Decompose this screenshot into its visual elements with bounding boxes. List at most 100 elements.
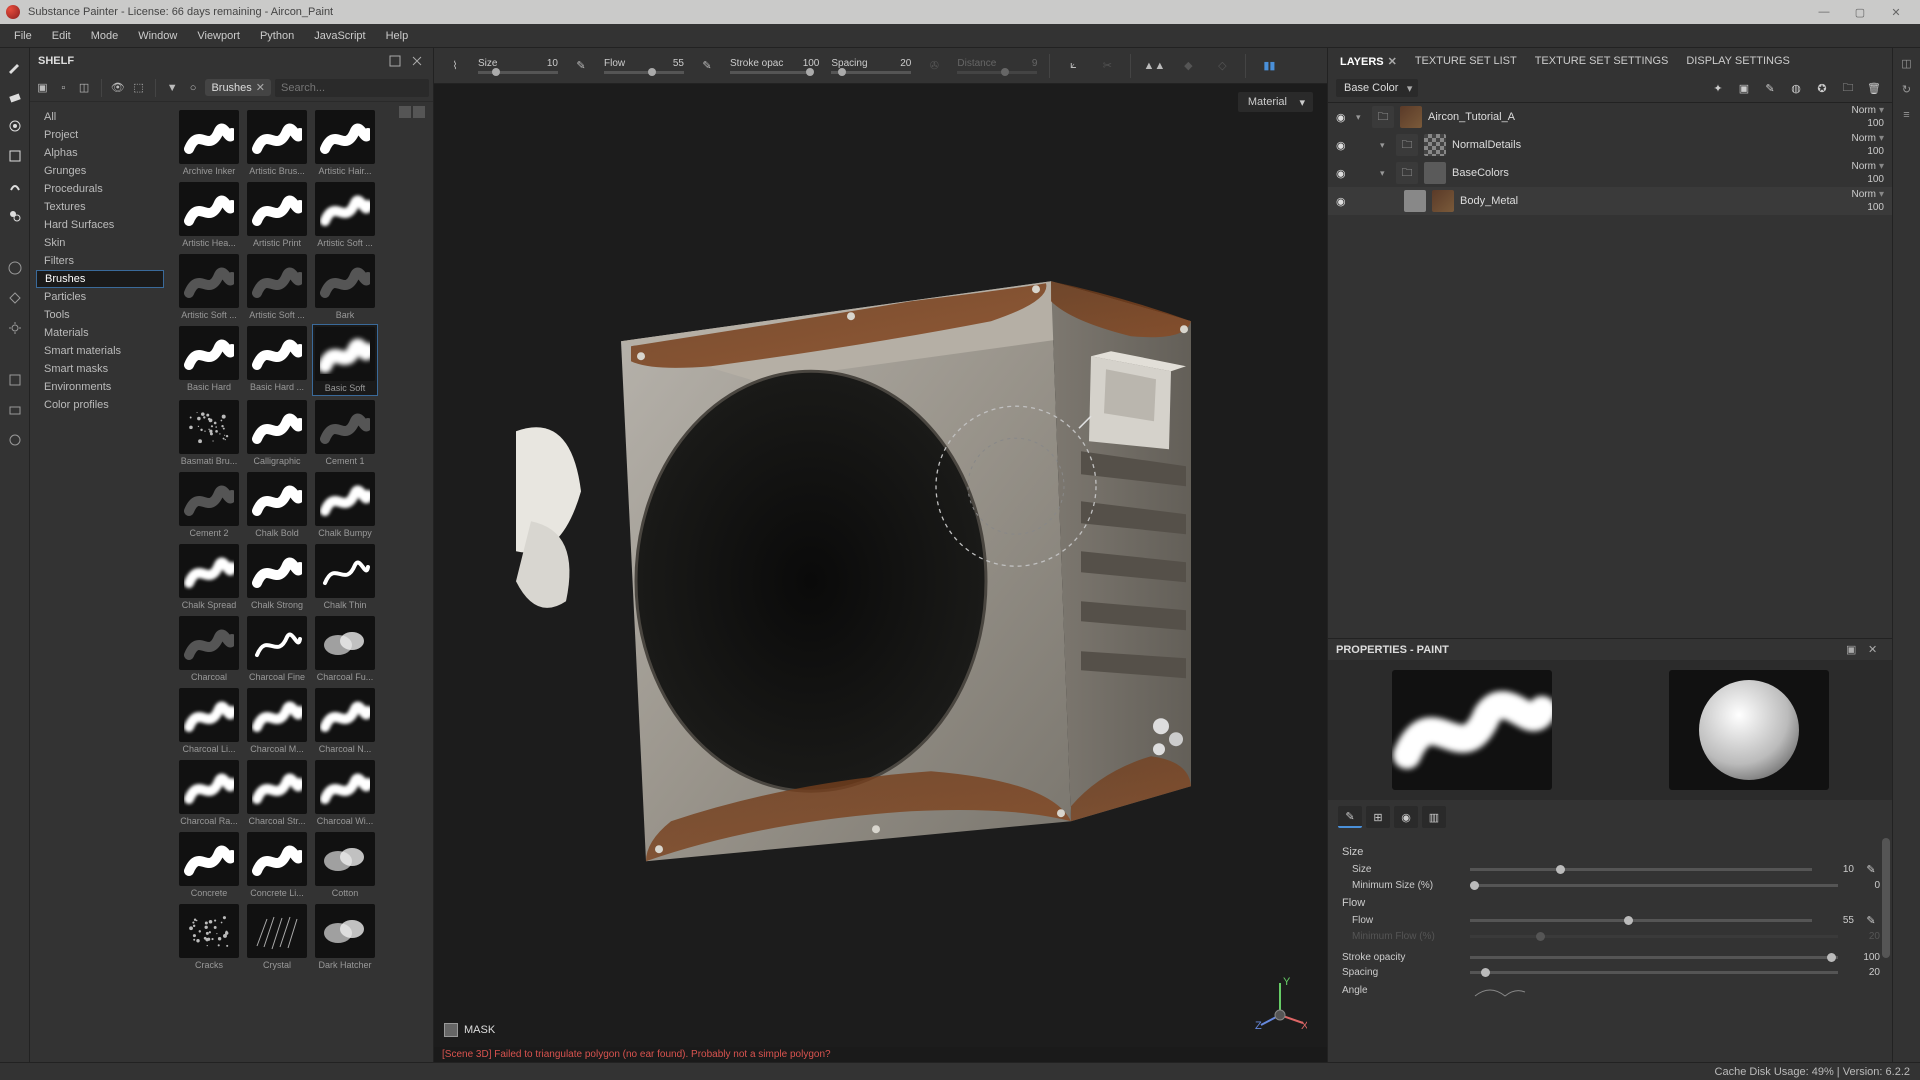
grid-view-toggle[interactable]	[399, 106, 425, 118]
prop-tab-brush-icon[interactable]: ✎	[1338, 806, 1362, 828]
visibility-toggle-icon[interactable]: ◉	[1336, 111, 1350, 124]
brush-item[interactable]: Cement 2	[176, 470, 242, 540]
brush-item[interactable]: Crystal	[244, 902, 310, 972]
shelf-category-project[interactable]: Project	[30, 126, 170, 144]
shelf-category-brushes[interactable]: Brushes	[36, 270, 164, 288]
shelf-category-tools[interactable]: Tools	[30, 306, 170, 324]
layer-thumb[interactable]	[1432, 190, 1454, 212]
folder-expand-icon[interactable]: ▾	[1380, 140, 1390, 151]
layer-blend-mode[interactable]: Norm	[1838, 161, 1884, 172]
folder-expand-icon[interactable]: ▾	[1356, 112, 1366, 123]
shelf-import-icon[interactable]: ⬚	[130, 77, 147, 99]
flow-slider[interactable]	[604, 71, 684, 74]
shelf-filter-icon[interactable]: ▼	[164, 77, 181, 99]
shelf-hide-icon[interactable]: 👁	[109, 77, 126, 99]
mirror-z-icon[interactable]: ◇	[1211, 55, 1233, 77]
3d-viewport[interactable]: Material	[434, 84, 1327, 1047]
menu-window[interactable]: Window	[128, 26, 187, 46]
pause-engine-icon[interactable]: ▮▮	[1258, 55, 1280, 77]
dock-history-icon[interactable]: ↻	[1898, 80, 1916, 98]
brush-item[interactable]: Charcoal Ra...	[176, 758, 242, 828]
brush-item[interactable]: Basic Soft	[312, 324, 378, 396]
shelf-category-alphas[interactable]: Alphas	[30, 144, 170, 162]
brush-item[interactable]: Basmati Bru...	[176, 398, 242, 468]
symmetry-settings-icon[interactable]: ✂	[1096, 55, 1118, 77]
mirror-y-icon[interactable]: ◆	[1177, 55, 1199, 77]
mirror-x-icon[interactable]: ▲▲	[1143, 55, 1165, 77]
shelf-category-hard-surfaces[interactable]: Hard Surfaces	[30, 216, 170, 234]
add-smart-material-icon[interactable]: ✪	[1812, 78, 1832, 98]
clone-tool-icon[interactable]	[5, 206, 25, 226]
brush-item[interactable]: Artistic Hair...	[312, 108, 378, 178]
symmetry-icon[interactable]: ⟀	[1062, 55, 1084, 77]
shelf-filter-chip[interactable]: Brushes ✕	[205, 79, 271, 96]
brush-item[interactable]: Chalk Strong	[244, 542, 310, 612]
brush-item[interactable]: Charcoal Fine	[244, 614, 310, 684]
brush-item[interactable]: Concrete	[176, 830, 242, 900]
layer-blend-mode[interactable]: Norm	[1838, 189, 1884, 200]
layer-thumb[interactable]	[1424, 162, 1446, 184]
brush-item[interactable]: Archive Inker	[176, 108, 242, 178]
shelf-category-color-profiles[interactable]: Color profiles	[30, 396, 170, 414]
param-stroke-opacity-slider[interactable]	[1470, 956, 1838, 959]
brush-item[interactable]: Chalk Bumpy	[312, 470, 378, 540]
brush-item[interactable]: Cement 1	[312, 398, 378, 468]
brush-item[interactable]: Charcoal Str...	[244, 758, 310, 828]
brush-item[interactable]: Artistic Soft ...	[312, 180, 378, 250]
brush-item[interactable]: Cracks	[176, 902, 242, 972]
axis-gizmo[interactable]: Y X Z	[1253, 975, 1307, 1029]
shelf-pick-icon[interactable]: ◫	[76, 77, 93, 99]
brush-item[interactable]: Basic Hard	[176, 324, 242, 396]
delete-layer-icon[interactable]: 🗑	[1864, 78, 1884, 98]
brush-item[interactable]: Bark	[312, 252, 378, 322]
brush-item[interactable]: Artistic Hea...	[176, 180, 242, 250]
brush-item[interactable]: Artistic Soft ...	[244, 252, 310, 322]
close-shelf-icon[interactable]	[409, 53, 425, 69]
menu-edit[interactable]: Edit	[42, 26, 81, 46]
shelf-category-materials[interactable]: Materials	[30, 324, 170, 342]
paint-tool-icon[interactable]	[5, 56, 25, 76]
brush-item[interactable]: Cotton	[312, 830, 378, 900]
brush-item[interactable]: Charcoal N...	[312, 686, 378, 756]
settings-icon[interactable]	[5, 318, 25, 338]
param-minsize-slider[interactable]	[1470, 884, 1838, 887]
menu-file[interactable]: File	[4, 26, 42, 46]
substance-icon[interactable]	[5, 430, 25, 450]
shelf-category-smart-masks[interactable]: Smart masks	[30, 360, 170, 378]
filter-chip-close-icon[interactable]: ✕	[256, 81, 265, 94]
layer-blend-mode[interactable]: Norm	[1838, 105, 1884, 116]
brush-item[interactable]: Calligraphic	[244, 398, 310, 468]
menu-mode[interactable]: Mode	[81, 26, 129, 46]
param-size-pressure-icon[interactable]: ✎	[1862, 862, 1880, 876]
brush-item[interactable]: Chalk Spread	[176, 542, 242, 612]
layer-name[interactable]: NormalDetails	[1452, 139, 1828, 151]
brush-item[interactable]: Concrete Li...	[244, 830, 310, 900]
channel-dropdown[interactable]: Base Color	[1336, 79, 1418, 97]
baking-icon[interactable]	[5, 288, 25, 308]
maximize-button[interactable]: ▢	[1842, 0, 1878, 24]
tab-texture-set-settings[interactable]: TEXTURE SET SETTINGS	[1527, 51, 1677, 71]
eraser-tool-icon[interactable]	[5, 86, 25, 106]
properties-undock-icon[interactable]: ▣	[1846, 643, 1862, 656]
viewport-material-dropdown[interactable]: Material	[1238, 92, 1313, 112]
layer-opacity[interactable]: 100	[1854, 202, 1884, 213]
shelf-category-filters[interactable]: Filters	[30, 252, 170, 270]
add-folder-icon[interactable]: 🗀	[1838, 78, 1858, 98]
minimize-button[interactable]: —	[1806, 0, 1842, 24]
size-slider[interactable]	[478, 71, 558, 74]
layer-mask-thumb[interactable]	[1404, 190, 1426, 212]
undock-icon[interactable]	[387, 53, 403, 69]
close-button[interactable]: ✕	[1878, 0, 1914, 24]
tab-layers[interactable]: LAYERS✕	[1332, 51, 1405, 72]
shelf-search-input[interactable]	[275, 79, 429, 97]
lasso-mode-icon[interactable]: ⌇	[444, 55, 466, 77]
spacing-slider[interactable]	[831, 71, 911, 74]
shelf-category-procedurals[interactable]: Procedurals	[30, 180, 170, 198]
shelf-new-icon[interactable]: ▫	[55, 77, 72, 99]
smudge-tool-icon[interactable]	[5, 176, 25, 196]
brush-item[interactable]: Charcoal Fu...	[312, 614, 378, 684]
menu-viewport[interactable]: Viewport	[187, 26, 250, 46]
shelf-category-all[interactable]: All	[30, 108, 170, 126]
brush-item[interactable]: Charcoal	[176, 614, 242, 684]
shelf-category-smart-materials[interactable]: Smart materials	[30, 342, 170, 360]
